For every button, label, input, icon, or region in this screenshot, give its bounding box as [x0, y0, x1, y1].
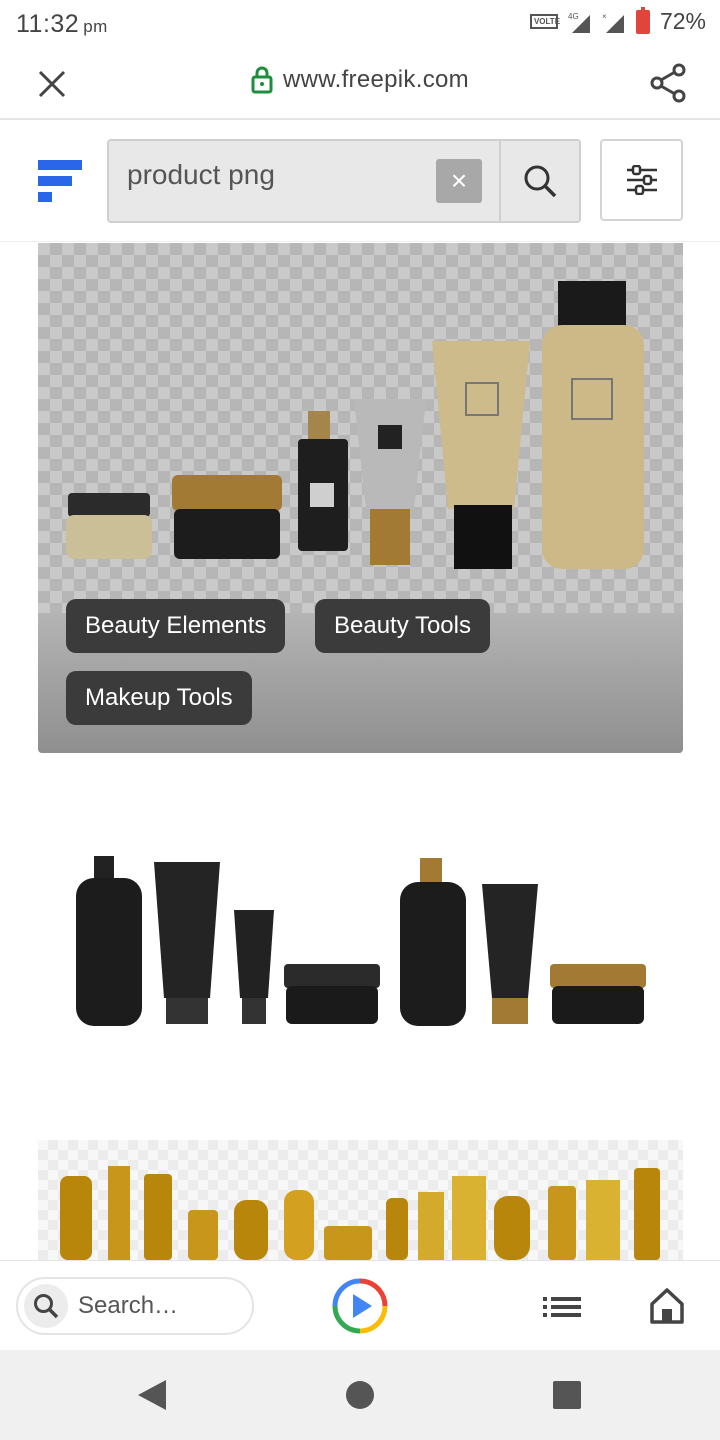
volte-badge: VOLTE: [529, 14, 560, 29]
bottom-search-placeholder: Search…: [78, 1292, 179, 1319]
home-circle-icon[interactable]: [346, 1381, 374, 1409]
result-card[interactable]: Beauty Elements Beauty Tools Makeup Tool…: [38, 243, 683, 753]
signal-icon: ×: [602, 12, 624, 33]
black-cosmetic-set-image: [76, 856, 646, 1026]
time-suffix: pm: [83, 16, 108, 36]
signal-4g-icon: 4G: [568, 12, 590, 33]
status-icons: VOLTE 4G × 72%: [529, 6, 706, 35]
bottom-browser-bar: Search…: [0, 1260, 720, 1350]
recent-apps-icon[interactable]: [553, 1381, 581, 1409]
search-box[interactable]: product png ×: [107, 139, 581, 223]
svg-text:×: ×: [602, 12, 607, 21]
tag-beauty-elements[interactable]: Beauty Elements: [66, 599, 286, 653]
gold-bottles-image: [60, 1166, 660, 1260]
status-time: 11:32 pm: [16, 10, 108, 39]
search-input[interactable]: product png: [127, 159, 275, 191]
play-logo-icon[interactable]: [331, 1277, 389, 1335]
battery-icon: [635, 6, 650, 34]
back-icon[interactable]: [136, 1378, 168, 1412]
search-icon: [24, 1284, 68, 1328]
browser-url-bar: www.freepik.com: [0, 48, 720, 120]
url-display[interactable]: www.freepik.com: [0, 66, 720, 94]
search-icon: [524, 165, 557, 198]
tag-beauty-tools[interactable]: Beauty Tools: [315, 599, 490, 653]
cosmetic-bottles-image: [66, 281, 644, 569]
screen: 11:32 pm VOLTE 4G × 72% www.freepik.com …: [0, 0, 720, 1440]
list-icon[interactable]: [543, 1290, 581, 1324]
lock-icon: [251, 66, 273, 94]
tag-makeup-tools[interactable]: Makeup Tools: [66, 671, 252, 725]
battery-percent: 72%: [659, 8, 706, 34]
status-bar: 11:32 pm VOLTE 4G × 72%: [0, 0, 720, 48]
filter-sliders-icon: [626, 165, 657, 195]
search-button[interactable]: [499, 141, 579, 221]
site-header: product png ×: [0, 122, 720, 242]
network-label: 4G: [568, 12, 579, 21]
result-card[interactable]: [38, 812, 683, 1082]
clear-icon: ×: [450, 165, 468, 196]
time-value: 11:32: [16, 9, 80, 38]
share-icon[interactable]: [648, 62, 688, 104]
home-icon[interactable]: [649, 1287, 685, 1325]
url-text: www.freepik.com: [283, 66, 469, 93]
freepik-logo[interactable]: [38, 160, 82, 202]
bottom-search-field[interactable]: Search…: [16, 1277, 254, 1335]
android-nav-bar: [0, 1350, 720, 1440]
filter-button[interactable]: [600, 139, 683, 221]
clear-search-button[interactable]: ×: [436, 159, 482, 203]
result-card[interactable]: [38, 1140, 683, 1260]
